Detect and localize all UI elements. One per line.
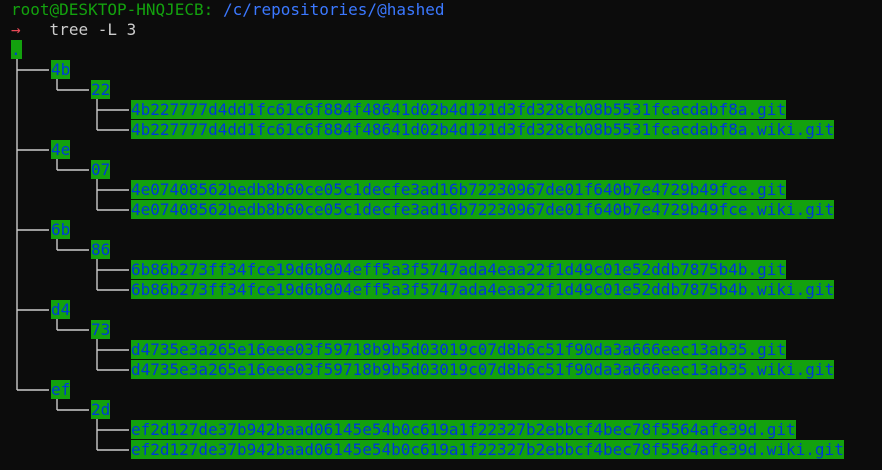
tree-dir-l2[interactable]: 86 — [91, 240, 111, 259]
tree-dir-l2[interactable]: 22 — [91, 80, 111, 99]
tree-repo-entry[interactable]: 4e07408562bedb8b60ce05c1decfe3ad16b72230… — [131, 200, 835, 219]
tree-entry: d4735e3a265e16eee03f59718b9b5d03019c07d8… — [131, 360, 835, 379]
tree-entry: 6b — [51, 220, 71, 239]
tree-entry: 4e07408562bedb8b60ce05c1decfe3ad16b72230… — [131, 180, 787, 199]
tree-entry: 6b86b273ff34fce19d6b804eff5a3f5747ada4ea… — [131, 260, 787, 279]
tree-entry: ef2d127de37b942baad06145e54b0c619a1f2232… — [131, 420, 796, 439]
tree-entry: 4b227777d4dd1fc61c6f884f48641d02b4d121d3… — [131, 100, 787, 119]
tree-dir-l2[interactable]: 2d — [91, 400, 111, 419]
tree-entry: ef2d127de37b942baad06145e54b0c619a1f2232… — [131, 440, 844, 459]
tree-dir-l1[interactable]: 6b — [51, 220, 71, 239]
tree-entry: 86 — [91, 240, 111, 259]
tree-entry: d4 — [51, 300, 71, 319]
tree-dir-l1[interactable]: 4e — [51, 140, 71, 159]
tree-repo-entry[interactable]: 6b86b273ff34fce19d6b804eff5a3f5747ada4ea… — [131, 260, 787, 279]
tree-dir-l2[interactable]: 07 — [91, 160, 111, 179]
tree-entry: ef — [51, 380, 71, 399]
tree-entry: 73 — [91, 320, 111, 339]
tree-entry: 4e — [51, 140, 71, 159]
tree-dir-l2[interactable]: 73 — [91, 320, 111, 339]
tree-repo-entry[interactable]: d4735e3a265e16eee03f59718b9b5d03019c07d8… — [131, 340, 787, 359]
tree-repo-entry[interactable]: 6b86b273ff34fce19d6b804eff5a3f5747ada4ea… — [131, 280, 835, 299]
tree-dir-l1[interactable]: ef — [51, 380, 71, 399]
tree-entry: 4b — [51, 60, 71, 79]
tree-entry: 4b227777d4dd1fc61c6f884f48641d02b4d121d3… — [131, 120, 835, 139]
tree-connector-lines — [16, 59, 129, 451]
tree-dir-l1[interactable]: 4b — [51, 60, 71, 79]
tree-entry: 6b86b273ff34fce19d6b804eff5a3f5747ada4ea… — [131, 280, 835, 299]
tree-entry: 07 — [91, 160, 111, 179]
tree-entry: d4735e3a265e16eee03f59718b9b5d03019c07d8… — [131, 340, 787, 359]
tree-repo-entry[interactable]: ef2d127de37b942baad06145e54b0c619a1f2232… — [131, 440, 844, 459]
tree-entry: 22 — [91, 80, 111, 99]
tree-dir-l1[interactable]: d4 — [51, 300, 71, 319]
tree-repo-entry[interactable]: 4b227777d4dd1fc61c6f884f48641d02b4d121d3… — [131, 100, 787, 119]
tree-entry: 4e07408562bedb8b60ce05c1decfe3ad16b72230… — [131, 200, 835, 219]
terminal-window[interactable]: root@DESKTOP-HNQJECB: /c/repositories/@h… — [0, 0, 882, 470]
tree-repo-entry[interactable]: 4e07408562bedb8b60ce05c1decfe3ad16b72230… — [131, 180, 787, 199]
tree-entry: 2d — [91, 400, 111, 419]
tree-repo-entry[interactable]: d4735e3a265e16eee03f59718b9b5d03019c07d8… — [131, 360, 835, 379]
tree-repo-entry[interactable]: 4b227777d4dd1fc61c6f884f48641d02b4d121d3… — [131, 120, 835, 139]
tree-repo-entry[interactable]: ef2d127de37b942baad06145e54b0c619a1f2232… — [131, 420, 796, 439]
